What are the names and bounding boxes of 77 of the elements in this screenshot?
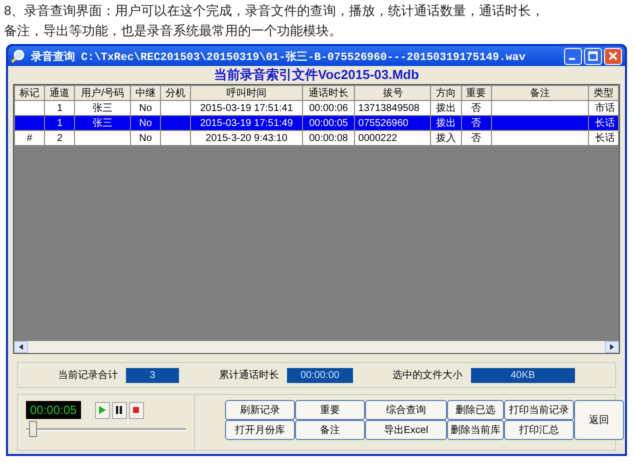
table-cell: No [130, 116, 161, 130]
close-button[interactable] [604, 48, 622, 64]
stop-icon[interactable] [128, 402, 144, 418]
record-row[interactable]: # 2 No 2015-3-20 9:43:10 00:00:08 0000222 拨入 否 长话 [14, 130, 618, 146]
table-cell: 1 [44, 116, 75, 130]
table-cell: 2 [44, 130, 75, 146]
column-header[interactable]: 方向 [430, 86, 462, 100]
action-button[interactable]: 打开月份库 [225, 420, 295, 440]
magnifier-icon [11, 49, 25, 63]
column-header[interactable]: 通话时长 [302, 86, 355, 100]
column-header[interactable]: 类型 [588, 86, 618, 100]
table-cell: 2015-03-19 17:51:41 [190, 100, 302, 116]
column-header[interactable]: 中继 [130, 86, 161, 100]
slider-thumb[interactable] [29, 421, 38, 437]
column-header[interactable]: 标记 [14, 86, 45, 100]
action-button[interactable]: 删除已选 [447, 400, 504, 420]
table-cell: No [130, 100, 161, 116]
column-header[interactable]: 通道 [44, 86, 75, 100]
table-cell: 拨出 [430, 100, 462, 116]
table-cell: 2015-3-20 9:43:10 [190, 130, 302, 146]
table-cell: 拨出 [430, 116, 462, 130]
action-button[interactable]: 刷新记录 [225, 400, 295, 420]
table-cell: 075526960 [354, 116, 431, 130]
table-cell: No [130, 130, 161, 146]
maximize-button[interactable] [584, 48, 602, 64]
table-cell: 长话 [588, 116, 618, 130]
table-cell: 2015-03-19 17:51:49 [190, 116, 302, 130]
stat-value: 00:00:00 [287, 368, 353, 382]
table-cell: 否 [461, 100, 492, 116]
table-cell: 否 [461, 116, 492, 130]
stat-label: 选中的文件大小 [392, 368, 463, 382]
table-cell: 张三 [74, 116, 130, 130]
stat-value: 3 [126, 368, 180, 382]
column-header[interactable]: 呼叫时间 [190, 86, 302, 100]
action-button[interactable]: 备注 [295, 420, 365, 440]
table-cell: 00:00:08 [302, 130, 355, 146]
caption-text: 8、录音查询界面：用户可以在这个完成，录音文件的查询，播放，统计通话数量，通话时长，备注，导出等功能，也是录音系统最常用的一个功能模块。 [3, 2, 546, 40]
scroll-right-icon[interactable] [605, 341, 619, 353]
stat-label: 当前记录合计 [58, 368, 118, 382]
action-button[interactable]: 导出Excel [365, 420, 447, 440]
table-cell: 00:00:06 [302, 100, 355, 116]
action-button[interactable]: 删除当前库 [447, 420, 504, 440]
column-header[interactable]: 备注 [491, 86, 588, 100]
index-file-heading: 当前录音索引文件Voc2015-03.Mdb [213, 66, 420, 84]
return-button[interactable]: 返回 [574, 400, 624, 440]
table-cell: 00:00:05 [302, 116, 355, 130]
record-row[interactable]: 1 张三 No 2015-03-19 17:51:41 00:00:06 13713849508 拨出 否 市话 [14, 100, 618, 116]
table-cell: 否 [461, 130, 492, 146]
table-cell: 张三 [74, 100, 130, 116]
table-cell: 市话 [588, 100, 618, 116]
playback-time: 00:00:05 [26, 401, 81, 419]
maximize-icon [588, 51, 598, 61]
horizontal-scrollbar[interactable] [14, 341, 619, 353]
scroll-left-icon[interactable] [14, 341, 28, 353]
stat-value: 40KB [470, 368, 575, 382]
table-cell: # [14, 130, 45, 146]
window-title: 录音查询 [31, 50, 75, 64]
action-button[interactable]: 重要 [295, 400, 365, 420]
column-header[interactable]: 重要 [461, 86, 492, 100]
table-cell: 1 [44, 100, 75, 116]
action-button[interactable]: 打印汇总 [504, 420, 574, 440]
minimize-icon [568, 58, 574, 60]
table-cell: 13713849508 [354, 100, 431, 116]
column-header[interactable]: 用户/号码 [74, 86, 130, 100]
stat-label: 累计通话时长 [219, 368, 280, 382]
file-path: C:\TxRec\REC201503\20150319\01-张三-B-075526960---20150319175149.wav [81, 50, 526, 64]
column-header[interactable]: 分机 [160, 86, 191, 100]
pause-icon[interactable] [112, 402, 127, 418]
close-icon [608, 51, 618, 61]
table-cell: 拨入 [430, 130, 462, 146]
record-row[interactable]: 1 张三 No 2015-03-19 17:51:49 00:00:05 075526960 拨出 否 长话 [14, 116, 618, 130]
action-button[interactable]: 综合查询 [365, 400, 447, 420]
minimize-button[interactable] [564, 48, 582, 64]
action-button[interactable]: 打印当前记录 [504, 400, 574, 420]
table-cell: 长话 [588, 130, 618, 146]
table-cell: 0000222 [354, 130, 431, 146]
column-header[interactable]: 拔号 [354, 86, 431, 100]
